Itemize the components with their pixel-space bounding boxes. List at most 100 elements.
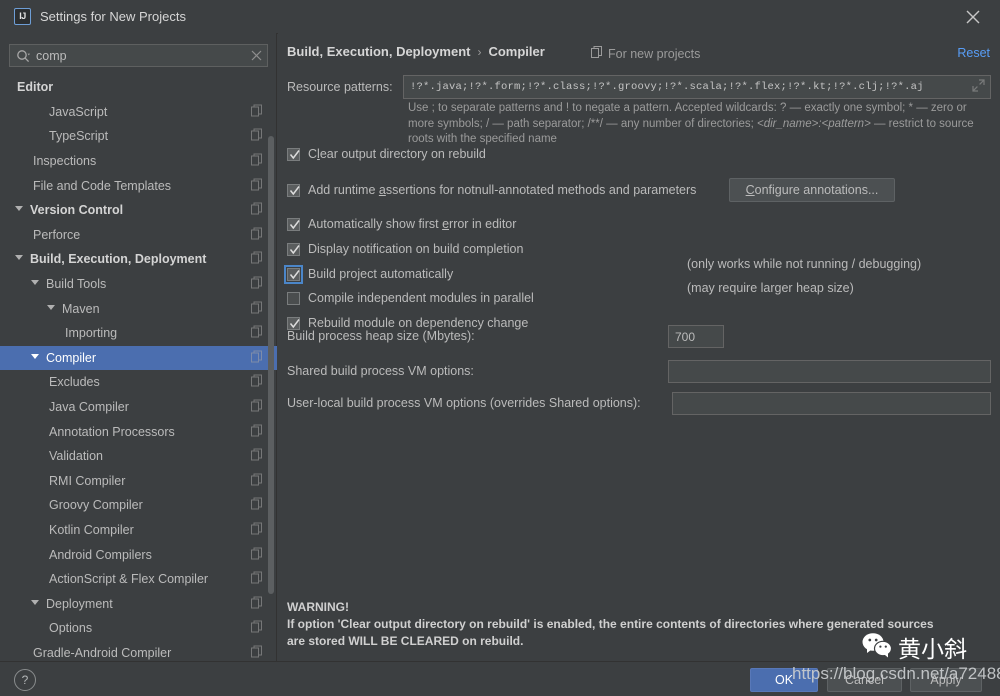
settings-scope[interactable]: For new projects bbox=[591, 46, 700, 61]
settings-dialog: IJ Settings for New Projects comp Editor… bbox=[0, 0, 1000, 696]
checkbox-row[interactable]: Clear output directory on rebuild bbox=[287, 145, 486, 163]
chevron-down-icon[interactable] bbox=[15, 206, 23, 214]
copy-setting-icon[interactable] bbox=[251, 374, 263, 390]
checkbox-row[interactable]: Automatically show first error in editor bbox=[287, 215, 516, 233]
sidebar-item-options[interactable]: Options bbox=[0, 616, 277, 641]
sidebar-item-label: RMI Compiler bbox=[49, 473, 126, 488]
sidebar-item-importing[interactable]: Importing bbox=[0, 321, 277, 346]
cancel-button[interactable]: Cancel bbox=[827, 668, 902, 692]
copy-setting-icon[interactable] bbox=[251, 547, 263, 562]
breadcrumb-root[interactable]: Build, Execution, Deployment bbox=[287, 44, 470, 59]
checkbox-display-notification-on-build-completion[interactable] bbox=[287, 242, 300, 256]
copy-setting-icon[interactable] bbox=[251, 497, 263, 513]
sidebar-item-java-compiler[interactable]: Java Compiler bbox=[0, 395, 277, 420]
sidebar-item-android-compilers[interactable]: Android Compilers bbox=[0, 542, 277, 567]
copy-setting-icon[interactable] bbox=[251, 473, 263, 488]
checkbox-compile-independent-modules-in-parallel[interactable] bbox=[287, 291, 300, 305]
chevron-down-icon[interactable] bbox=[15, 255, 23, 263]
window-title: Settings for New Projects bbox=[40, 9, 186, 24]
copy-setting-icon[interactable] bbox=[251, 202, 263, 218]
sidebar-item-rmi-compiler[interactable]: RMI Compiler bbox=[0, 469, 277, 494]
shared-vm-options-input[interactable] bbox=[668, 360, 991, 383]
sidebar-item-label: Importing bbox=[65, 326, 118, 341]
copy-setting-icon[interactable] bbox=[251, 571, 263, 587]
sidebar-item-inspections[interactable]: Inspections bbox=[0, 149, 277, 174]
checkbox-rebuild-module-on-dependency-change[interactable] bbox=[287, 316, 300, 330]
copy-setting-icon[interactable] bbox=[251, 251, 263, 267]
sidebar-item-label: Kotlin Compiler bbox=[49, 522, 134, 537]
resource-patterns-input[interactable]: !?*.java;!?*.form;!?*.class;!?*.groovy;!… bbox=[403, 75, 991, 99]
sidebar-item-compiler[interactable]: Compiler bbox=[0, 345, 277, 371]
chevron-down-icon[interactable] bbox=[31, 280, 39, 288]
copy-setting-icon[interactable] bbox=[251, 448, 263, 464]
search-input[interactable] bbox=[36, 48, 245, 63]
copy-setting-icon[interactable] bbox=[251, 276, 263, 292]
help-button[interactable]: ? bbox=[14, 669, 36, 691]
resource-patterns-label: Resource patterns: bbox=[287, 80, 393, 94]
sidebar-item-perforce[interactable]: Perforce bbox=[0, 223, 277, 248]
user-vm-options-input[interactable] bbox=[672, 392, 991, 415]
title-bar: IJ Settings for New Projects bbox=[0, 0, 1000, 34]
sidebar-item-validation[interactable]: Validation bbox=[0, 444, 277, 469]
sidebar-item-maven[interactable]: Maven bbox=[0, 296, 277, 321]
copy-setting-icon[interactable] bbox=[251, 104, 263, 119]
checkbox-row[interactable]: Compile independent modules in parallel bbox=[287, 289, 534, 307]
copy-setting-icon[interactable] bbox=[251, 301, 263, 316]
close-icon[interactable] bbox=[956, 4, 990, 30]
copy-setting-icon[interactable] bbox=[251, 620, 263, 636]
copy-scope-icon bbox=[591, 46, 603, 61]
copy-setting-icon[interactable] bbox=[251, 350, 263, 365]
checkbox-build-project-automatically[interactable] bbox=[284, 264, 303, 284]
settings-content-panel: Build, Execution, Deployment › Compiler … bbox=[278, 33, 1000, 661]
sidebar-item-build-tools[interactable]: Build Tools bbox=[0, 272, 277, 297]
sidebar-item-groovy-compiler[interactable]: Groovy Compiler bbox=[0, 493, 277, 518]
sidebar-item-label: Perforce bbox=[33, 227, 81, 242]
apply-button[interactable]: Apply bbox=[910, 668, 982, 692]
shared-vm-options-label: Shared build process VM options: bbox=[287, 364, 474, 378]
copy-setting-icon[interactable] bbox=[251, 596, 263, 611]
checkbox-row[interactable]: Build project automatically bbox=[284, 264, 453, 284]
copy-setting-icon[interactable] bbox=[251, 522, 263, 537]
dialog-footer: ? OK Cancel Apply bbox=[0, 661, 1000, 696]
copy-setting-icon[interactable] bbox=[251, 178, 263, 193]
copy-setting-icon[interactable] bbox=[251, 424, 263, 439]
clear-icon[interactable] bbox=[245, 45, 267, 66]
sidebar-item-label: File and Code Templates bbox=[33, 178, 172, 193]
sidebar-item-version-control[interactable]: Version Control bbox=[0, 198, 277, 223]
sidebar-item-annotation-processors[interactable]: Annotation Processors bbox=[0, 419, 277, 444]
sidebar-item-build-execution-deployment[interactable]: Build, Execution, Deployment bbox=[0, 247, 277, 272]
sidebar-item-editor[interactable]: Editor bbox=[0, 75, 277, 100]
copy-setting-icon[interactable] bbox=[251, 128, 263, 144]
chevron-down-icon[interactable] bbox=[47, 304, 55, 313]
expand-icon[interactable] bbox=[972, 79, 985, 95]
sidebar-item-excludes[interactable]: Excludes bbox=[0, 370, 277, 395]
copy-setting-icon[interactable] bbox=[251, 325, 263, 341]
checkbox-clear-output-directory-on-rebuild[interactable] bbox=[287, 147, 300, 161]
search-box[interactable] bbox=[9, 44, 268, 67]
chevron-down-icon[interactable] bbox=[31, 353, 39, 362]
heap-size-input[interactable]: 700 bbox=[668, 325, 724, 348]
sidebar-item-gradle-android-compiler[interactable]: Gradle-Android Compiler bbox=[0, 641, 277, 661]
sidebar-item-file-and-code-templates[interactable]: File and Code Templates bbox=[0, 173, 277, 198]
reset-button[interactable]: Reset bbox=[957, 46, 990, 60]
copy-setting-icon[interactable] bbox=[251, 227, 263, 242]
sidebar-item-typescript[interactable]: TypeScript bbox=[0, 124, 277, 149]
sidebar-scrollbar-thumb[interactable] bbox=[268, 136, 274, 594]
sidebar-item-label: Maven bbox=[62, 301, 100, 316]
configure-annotations-button[interactable]: Configure annotations... bbox=[729, 178, 895, 202]
copy-setting-icon[interactable] bbox=[251, 399, 263, 415]
settings-tree[interactable]: Editor JavaScript TypeScript Inspections Fil… bbox=[0, 75, 277, 661]
checkbox-row[interactable]: Display notification on build completion bbox=[287, 240, 523, 258]
sidebar-item-actionscript-flex-compiler[interactable]: ActionScript & Flex Compiler bbox=[0, 567, 277, 592]
checkbox-row[interactable]: Add runtime assertions for notnull-annot… bbox=[287, 181, 696, 199]
copy-setting-icon[interactable] bbox=[251, 645, 263, 660]
chevron-down-icon[interactable] bbox=[31, 599, 39, 608]
sidebar-item-javascript[interactable]: JavaScript bbox=[0, 100, 277, 125]
sidebar-item-label: Deployment bbox=[46, 596, 113, 611]
checkbox-automatically-show-first-error-in-editor[interactable] bbox=[287, 217, 300, 231]
sidebar-item-kotlin-compiler[interactable]: Kotlin Compiler bbox=[0, 518, 277, 543]
copy-setting-icon[interactable] bbox=[251, 153, 263, 169]
checkbox-add-runtime-assertions-for-notnull-annotated-methods-and-parameters[interactable] bbox=[287, 183, 300, 197]
sidebar-item-deployment[interactable]: Deployment bbox=[0, 591, 277, 616]
ok-button[interactable]: OK bbox=[750, 668, 818, 692]
